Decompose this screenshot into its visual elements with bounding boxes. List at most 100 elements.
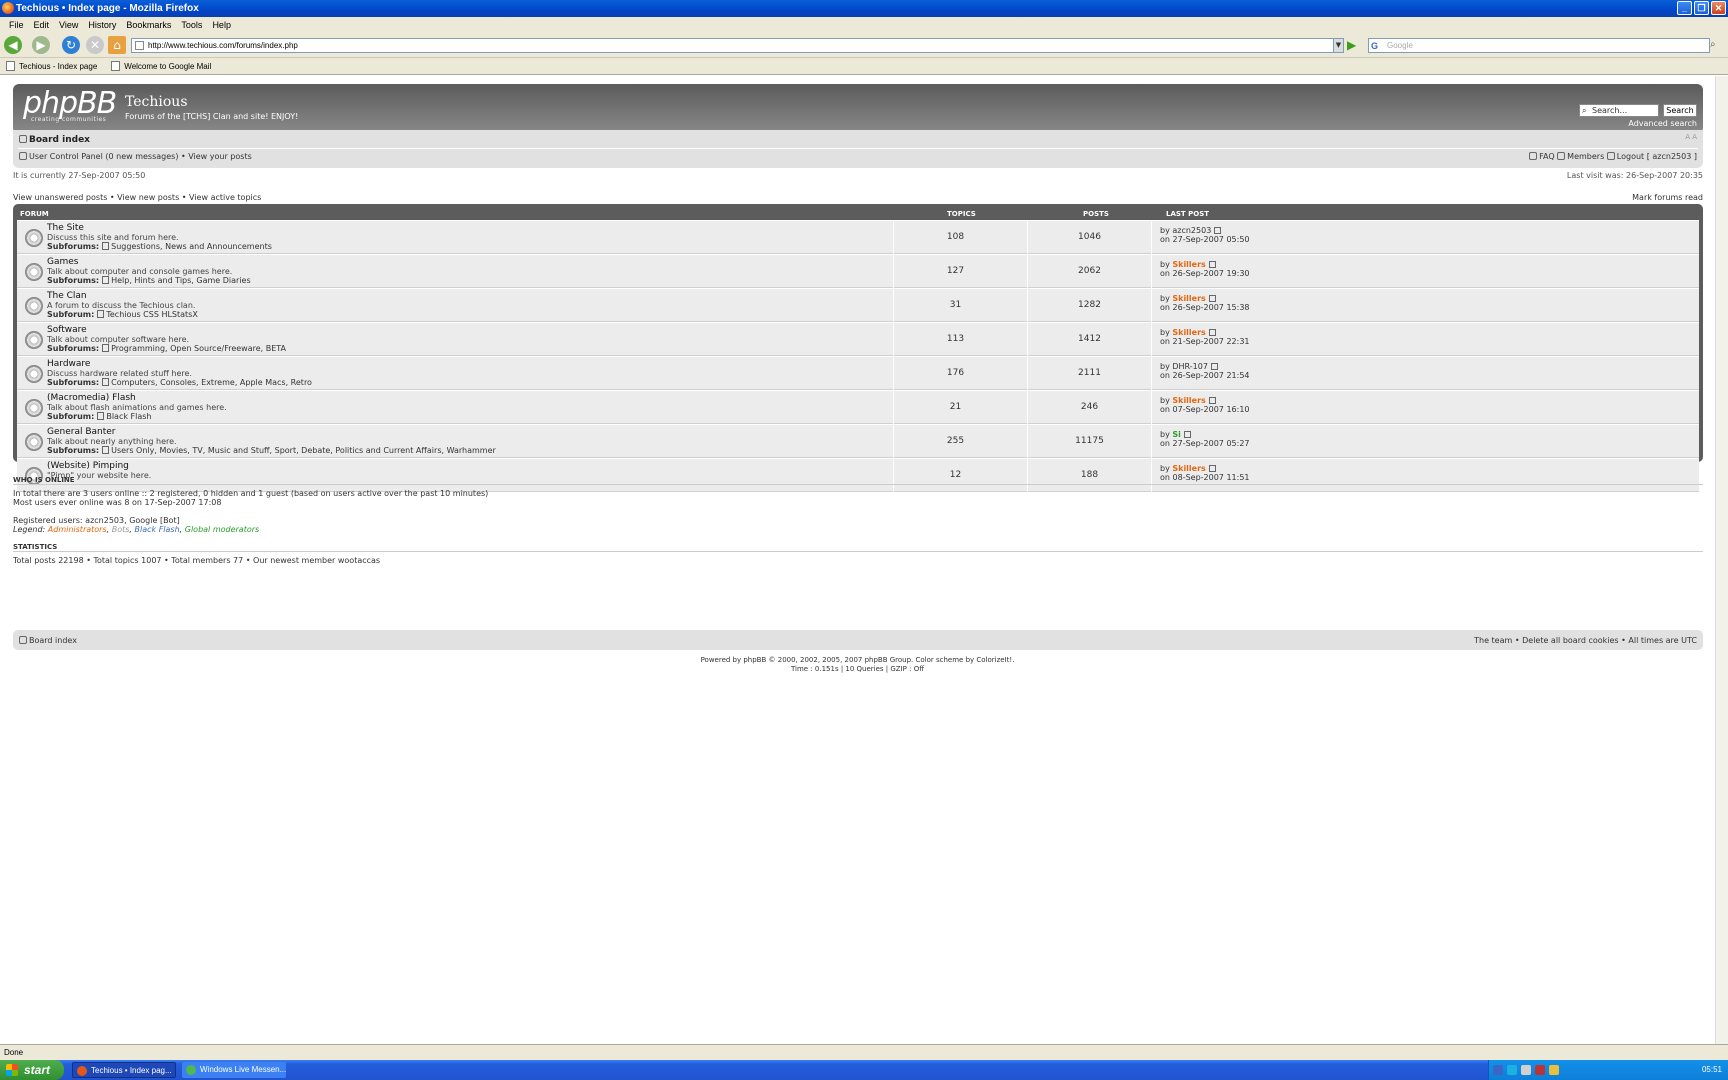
- forum-description: Discuss hardware related stuff here.: [47, 369, 192, 378]
- ucp-links[interactable]: User Control Panel (0 new messages) • Vi…: [19, 152, 252, 161]
- menu-view[interactable]: View: [54, 20, 83, 30]
- view-latest-post-icon[interactable]: [1210, 363, 1218, 370]
- search-input[interactable]: ⌕ Search...: [1579, 104, 1659, 117]
- subforum-links[interactable]: Help, Hints and Tips, Game Diaries: [102, 276, 251, 285]
- forum-title-link[interactable]: Hardware: [47, 359, 90, 369]
- view-latest-post-icon[interactable]: [1208, 465, 1216, 472]
- subforum-links[interactable]: Suggestions, News and Announcements: [102, 242, 272, 251]
- topic-count: 12: [893, 459, 1017, 492]
- reload-icon[interactable]: ↻: [62, 36, 80, 54]
- view-latest-post-icon[interactable]: [1208, 397, 1216, 404]
- last-post-author[interactable]: Skillers: [1172, 260, 1205, 269]
- topic-count: 176: [893, 357, 1017, 390]
- forum-row: Hardware Discuss hardware related stuff h…: [17, 356, 1699, 390]
- forum-read-icon: [25, 331, 43, 349]
- subforum-links[interactable]: Techious CSS HLStatsX: [97, 310, 197, 319]
- subforum-links[interactable]: Users Only, Movies, TV, Music and Stuff,…: [102, 446, 496, 455]
- forum-read-icon: [25, 433, 43, 451]
- credits: Powered by phpBB © 2000, 2002, 2005, 200…: [0, 656, 1715, 674]
- faq-link[interactable]: FAQ: [1539, 152, 1555, 161]
- view-latest-post-icon[interactable]: [1183, 431, 1191, 438]
- advanced-search-link[interactable]: Advanced search: [1583, 119, 1697, 128]
- vertical-scrollbar[interactable]: [1715, 76, 1728, 1044]
- messenger-tray-icon[interactable]: [1507, 1065, 1517, 1075]
- subforum-links[interactable]: Computers, Consoles, Extreme, Apple Macs…: [102, 378, 312, 387]
- members-link[interactable]: Members: [1567, 152, 1604, 161]
- back-icon[interactable]: ◀: [4, 36, 22, 54]
- last-post-date: on 26-Sep-2007 15:38: [1160, 303, 1250, 312]
- post-count: 1412: [1027, 323, 1151, 356]
- last-post-author[interactable]: Skillers: [1172, 328, 1205, 337]
- last-post-date: on 21-Sep-2007 22:31: [1160, 337, 1250, 346]
- bookmarks-toolbar: Techious - Index page Welcome to Google …: [0, 58, 1728, 75]
- forum-title-link[interactable]: (Website) Pimping: [47, 461, 129, 471]
- user-icon: [19, 152, 27, 160]
- bookmark-gmail[interactable]: Welcome to Google Mail: [111, 61, 211, 71]
- forum-description: Talk about computer and console games he…: [47, 267, 233, 276]
- search-button[interactable]: Search: [1663, 104, 1697, 117]
- view-latest-post-icon[interactable]: [1208, 261, 1216, 268]
- forum-title-link[interactable]: General Banter: [47, 427, 116, 437]
- view-latest-post-icon[interactable]: [1208, 295, 1216, 302]
- close-button[interactable]: ✕: [1711, 1, 1726, 15]
- start-button[interactable]: start: [0, 1060, 64, 1080]
- last-post-author[interactable]: Skillers: [1172, 464, 1205, 473]
- legend-global-moderators[interactable]: Global moderators: [185, 525, 259, 534]
- volume-icon[interactable]: [1549, 1065, 1559, 1075]
- view-latest-post-icon[interactable]: [1214, 227, 1222, 234]
- last-post-author[interactable]: DHR-107: [1172, 362, 1208, 371]
- online-record: Most users ever online was 8 on 17-Sep-2…: [13, 498, 222, 507]
- legend-black-flash[interactable]: Black Flash: [135, 525, 180, 534]
- logout-link[interactable]: Logout [ azcn2503 ]: [1617, 152, 1697, 161]
- network-icon[interactable]: [1493, 1065, 1503, 1075]
- maximize-button[interactable]: ❐: [1694, 1, 1709, 15]
- window-titlebar[interactable]: Techious • Index page - Mozilla Firefox …: [0, 0, 1728, 17]
- subforum-links[interactable]: Black Flash: [97, 412, 151, 421]
- menu-bookmarks[interactable]: Bookmarks: [121, 20, 176, 30]
- home-icon[interactable]: ⌂: [108, 36, 126, 54]
- web-search-input[interactable]: G Google: [1368, 38, 1710, 53]
- forum-title-link[interactable]: (Macromedia) Flash: [47, 393, 136, 403]
- divider: [13, 484, 1703, 485]
- menu-tools[interactable]: Tools: [176, 20, 207, 30]
- phpbb-logo[interactable]: phpBB: [23, 89, 117, 119]
- antivirus-icon[interactable]: [1535, 1065, 1545, 1075]
- footer-board-index[interactable]: Board index: [19, 636, 77, 645]
- bookmark-techious[interactable]: Techious - Index page: [6, 61, 97, 71]
- task-messenger[interactable]: Windows Live Messen...: [182, 1062, 286, 1078]
- menu-history[interactable]: History: [83, 20, 121, 30]
- forum-title-link[interactable]: The Clan: [47, 291, 87, 301]
- url-dropdown-icon[interactable]: ▼: [1333, 38, 1344, 53]
- registered-users-list[interactable]: azcn2503, Google [Bot]: [85, 516, 180, 525]
- last-post-author[interactable]: Si: [1172, 430, 1181, 439]
- subforums: Subforums: Suggestions, News and Announce…: [47, 242, 272, 251]
- go-icon[interactable]: ▶: [1347, 38, 1361, 53]
- forum-title-link[interactable]: Software: [47, 325, 87, 335]
- legend-administrators[interactable]: Administrators: [48, 525, 107, 534]
- web-search-icon[interactable]: ⌕: [1710, 38, 1724, 53]
- last-post-author[interactable]: azcn2503: [1172, 226, 1211, 235]
- forum-description: Talk about flash animations and games he…: [47, 403, 227, 412]
- footer-links[interactable]: The team • Delete all board cookies • Al…: [1474, 636, 1697, 645]
- last-post-author[interactable]: Skillers: [1172, 396, 1205, 405]
- menu-edit[interactable]: Edit: [29, 20, 55, 30]
- forum-title-link[interactable]: Games: [47, 257, 78, 267]
- quick-links[interactable]: View unanswered posts • View new posts •…: [13, 193, 261, 202]
- menu-help[interactable]: Help: [207, 20, 236, 30]
- last-post-author[interactable]: Skillers: [1172, 294, 1205, 303]
- breadcrumb[interactable]: Board index: [19, 135, 90, 145]
- minimize-button[interactable]: _: [1677, 1, 1692, 15]
- font-resize-icon[interactable]: A A: [1685, 133, 1697, 141]
- language-icon[interactable]: [1521, 1065, 1531, 1075]
- forward-icon[interactable]: ▶: [32, 36, 50, 54]
- subforum-links[interactable]: Programming, Open Source/Freeware, BETA: [102, 344, 286, 353]
- url-text: http://www.techious.com/forums/index.php: [148, 41, 298, 50]
- menu-file[interactable]: File: [4, 20, 29, 30]
- forum-title-link[interactable]: The Site: [47, 223, 84, 233]
- search-icon: ⌕: [1582, 106, 1587, 115]
- task-firefox[interactable]: Techious • Index pag...: [72, 1062, 176, 1078]
- view-latest-post-icon[interactable]: [1208, 329, 1216, 336]
- url-bar[interactable]: http://www.techious.com/forums/index.php: [131, 38, 1335, 53]
- stop-icon[interactable]: ✕: [86, 36, 104, 54]
- mark-forums-read-link[interactable]: Mark forums read: [1632, 193, 1703, 202]
